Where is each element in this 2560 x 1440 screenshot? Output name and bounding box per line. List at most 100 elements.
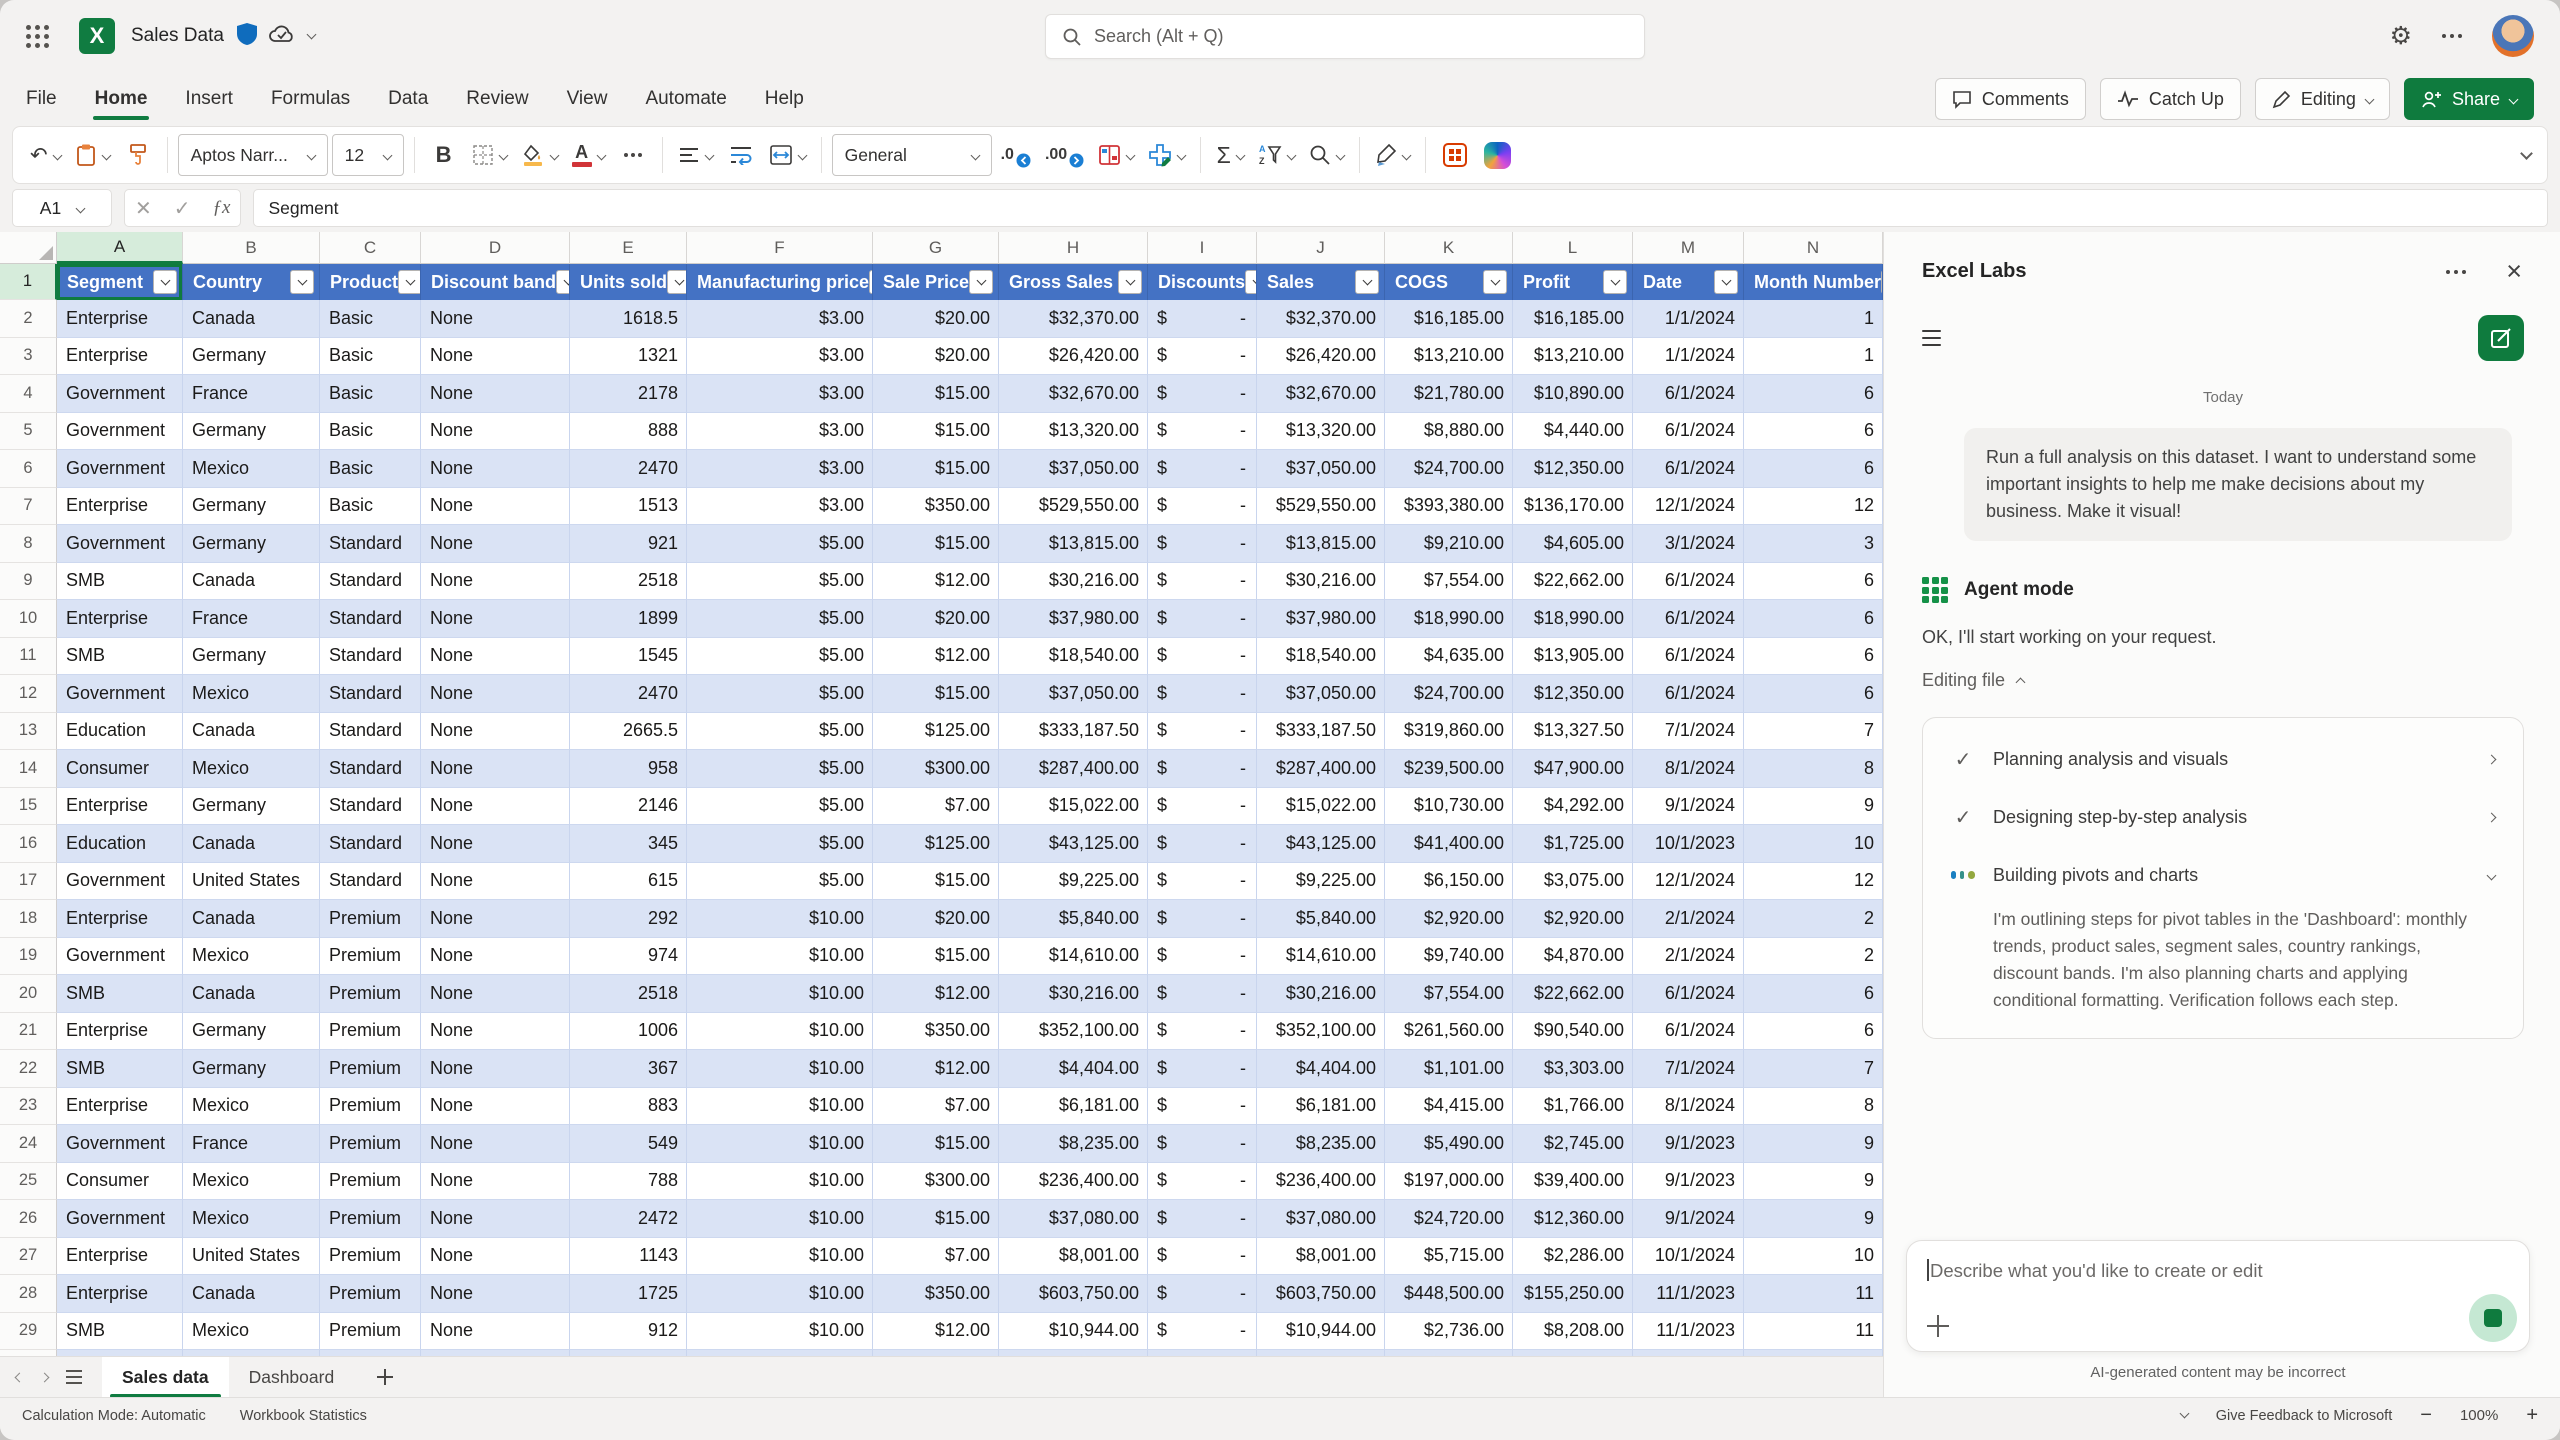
cell[interactable]: 8 xyxy=(1744,1088,1883,1126)
conditional-formatting-button[interactable] xyxy=(1093,134,1139,176)
cell[interactable]: $18,990.00 xyxy=(1513,600,1633,638)
copilot-icon[interactable] xyxy=(1478,134,1516,176)
cell[interactable]: $5.00 xyxy=(687,563,873,601)
cell[interactable]: $352,100.00 xyxy=(999,1013,1148,1051)
filter-button[interactable] xyxy=(1603,270,1627,294)
cancel-entry-icon[interactable]: ✕ xyxy=(135,196,152,221)
cell[interactable]: 6/1/2024 xyxy=(1633,1013,1744,1051)
cell[interactable]: Government xyxy=(57,675,183,713)
cell[interactable]: $10.00 xyxy=(687,1050,873,1088)
find-button[interactable] xyxy=(1304,134,1349,176)
undo-button[interactable]: ↶ xyxy=(25,134,66,176)
cell[interactable]: Germany xyxy=(183,788,320,826)
cell[interactable]: 974 xyxy=(570,938,687,976)
cell[interactable]: $5,840.00 xyxy=(999,900,1148,938)
cell[interactable]: 6 xyxy=(1744,1013,1883,1051)
prev-sheet-icon[interactable] xyxy=(15,1372,25,1382)
cell[interactable]: $15.00 xyxy=(873,413,999,451)
autosum-button[interactable]: Σ xyxy=(1211,134,1249,176)
cell[interactable]: 9/1/2023 xyxy=(1633,1125,1744,1163)
stop-generating-button[interactable] xyxy=(2469,1294,2517,1342)
cell[interactable]: Mexico xyxy=(183,675,320,713)
cell[interactable]: None xyxy=(421,600,570,638)
cell[interactable]: Mexico xyxy=(183,938,320,976)
cell[interactable]: $239,500.00 xyxy=(1385,750,1513,788)
cell[interactable]: 12 xyxy=(1744,488,1883,526)
font-name-select[interactable]: Aptos Narr... xyxy=(178,134,328,176)
cell[interactable]: 7/1/2024 xyxy=(1633,1050,1744,1088)
cell[interactable]: $47,900.00 xyxy=(1513,750,1633,788)
cell[interactable]: $12,350.00 xyxy=(1513,675,1633,713)
cell[interactable]: $- xyxy=(1148,1050,1257,1088)
cell[interactable]: Germany xyxy=(183,1050,320,1088)
cell[interactable]: $39,400.00 xyxy=(1513,1163,1633,1201)
cell[interactable]: $7,554.00 xyxy=(1385,563,1513,601)
cell[interactable]: $8,001.00 xyxy=(1257,1238,1385,1276)
cell[interactable]: 12/1/2024 xyxy=(1633,863,1744,901)
cell[interactable]: 9/1/2024 xyxy=(1633,1200,1744,1238)
cell[interactable]: $350.00 xyxy=(873,1275,999,1313)
cell[interactable]: $15.00 xyxy=(873,863,999,901)
cell[interactable]: None xyxy=(421,1125,570,1163)
cell[interactable]: 6 xyxy=(1744,675,1883,713)
cell[interactable]: 3/1/2024 xyxy=(1633,525,1744,563)
cell[interactable]: $20.00 xyxy=(873,600,999,638)
cell[interactable]: $5.00 xyxy=(687,713,873,751)
cell[interactable]: $6,181.00 xyxy=(1257,1088,1385,1126)
cell[interactable]: 11/1/2023 xyxy=(1633,1275,1744,1313)
cell[interactable]: Standard xyxy=(320,825,421,863)
cell[interactable]: None xyxy=(421,788,570,826)
cell[interactable]: $1,725.00 xyxy=(1513,825,1633,863)
cell[interactable]: 1/1/2024 xyxy=(1633,300,1744,338)
cell[interactable]: 6/1/2024 xyxy=(1633,675,1744,713)
cell[interactable]: $- xyxy=(1148,788,1257,826)
cell[interactable]: Germany xyxy=(183,1013,320,1051)
cell[interactable]: 958 xyxy=(570,750,687,788)
cell[interactable]: $20.00 xyxy=(873,338,999,376)
cell[interactable]: $1,101.00 xyxy=(1385,1050,1513,1088)
cell[interactable]: $10.00 xyxy=(687,1125,873,1163)
cell[interactable]: 2518 xyxy=(570,975,687,1013)
row-header-2[interactable]: 2 xyxy=(0,300,57,338)
cell[interactable]: $- xyxy=(1148,338,1257,376)
cell[interactable]: $12.00 xyxy=(873,1313,999,1351)
row-header-26[interactable]: 26 xyxy=(0,1200,57,1238)
cell[interactable]: None xyxy=(421,1275,570,1313)
cell[interactable]: 1618.5 xyxy=(570,300,687,338)
cell[interactable]: $9,225.00 xyxy=(1257,863,1385,901)
cell[interactable]: None xyxy=(421,675,570,713)
cell[interactable]: $6,150.00 xyxy=(1385,863,1513,901)
cell[interactable]: Enterprise xyxy=(57,1238,183,1276)
filter-button[interactable] xyxy=(290,270,314,294)
cell[interactable]: 6/1/2024 xyxy=(1633,375,1744,413)
cell[interactable]: $13,210.00 xyxy=(1513,338,1633,376)
cell[interactable]: $3.00 xyxy=(687,300,873,338)
cell[interactable]: $12,360.00 xyxy=(1513,1200,1633,1238)
cell[interactable]: Premium xyxy=(320,1163,421,1201)
cell[interactable]: Mexico xyxy=(183,1088,320,1126)
cell[interactable]: $12.00 xyxy=(873,975,999,1013)
cell[interactable]: $300.00 xyxy=(873,1163,999,1201)
cell[interactable]: Standard xyxy=(320,675,421,713)
cell[interactable]: 8/1/2024 xyxy=(1633,750,1744,788)
cell[interactable]: $352,100.00 xyxy=(1257,1013,1385,1051)
cell[interactable]: 2 xyxy=(1744,900,1883,938)
cell[interactable]: $15.00 xyxy=(873,675,999,713)
cell[interactable]: Premium xyxy=(320,938,421,976)
cell[interactable]: $26,420.00 xyxy=(999,338,1148,376)
cell[interactable]: $13,327.50 xyxy=(1513,713,1633,751)
app-launcher-icon[interactable] xyxy=(26,25,49,48)
cell[interactable]: Canada xyxy=(183,825,320,863)
table-header-cell[interactable]: COGS xyxy=(1385,264,1513,300)
font-size-select[interactable]: 12 xyxy=(332,134,404,176)
cell[interactable]: Government xyxy=(57,375,183,413)
cell[interactable]: $3.00 xyxy=(687,450,873,488)
cell[interactable]: Mexico xyxy=(183,750,320,788)
catch-up-button[interactable]: Catch Up xyxy=(2100,78,2241,120)
cell[interactable]: Standard xyxy=(320,563,421,601)
panel-close-icon[interactable]: × xyxy=(2506,258,2522,285)
filter-button[interactable] xyxy=(556,270,570,294)
cell[interactable]: $300.00 xyxy=(873,750,999,788)
autosave-cloud-icon[interactable] xyxy=(268,23,296,50)
cell[interactable]: $136,170.00 xyxy=(1513,488,1633,526)
